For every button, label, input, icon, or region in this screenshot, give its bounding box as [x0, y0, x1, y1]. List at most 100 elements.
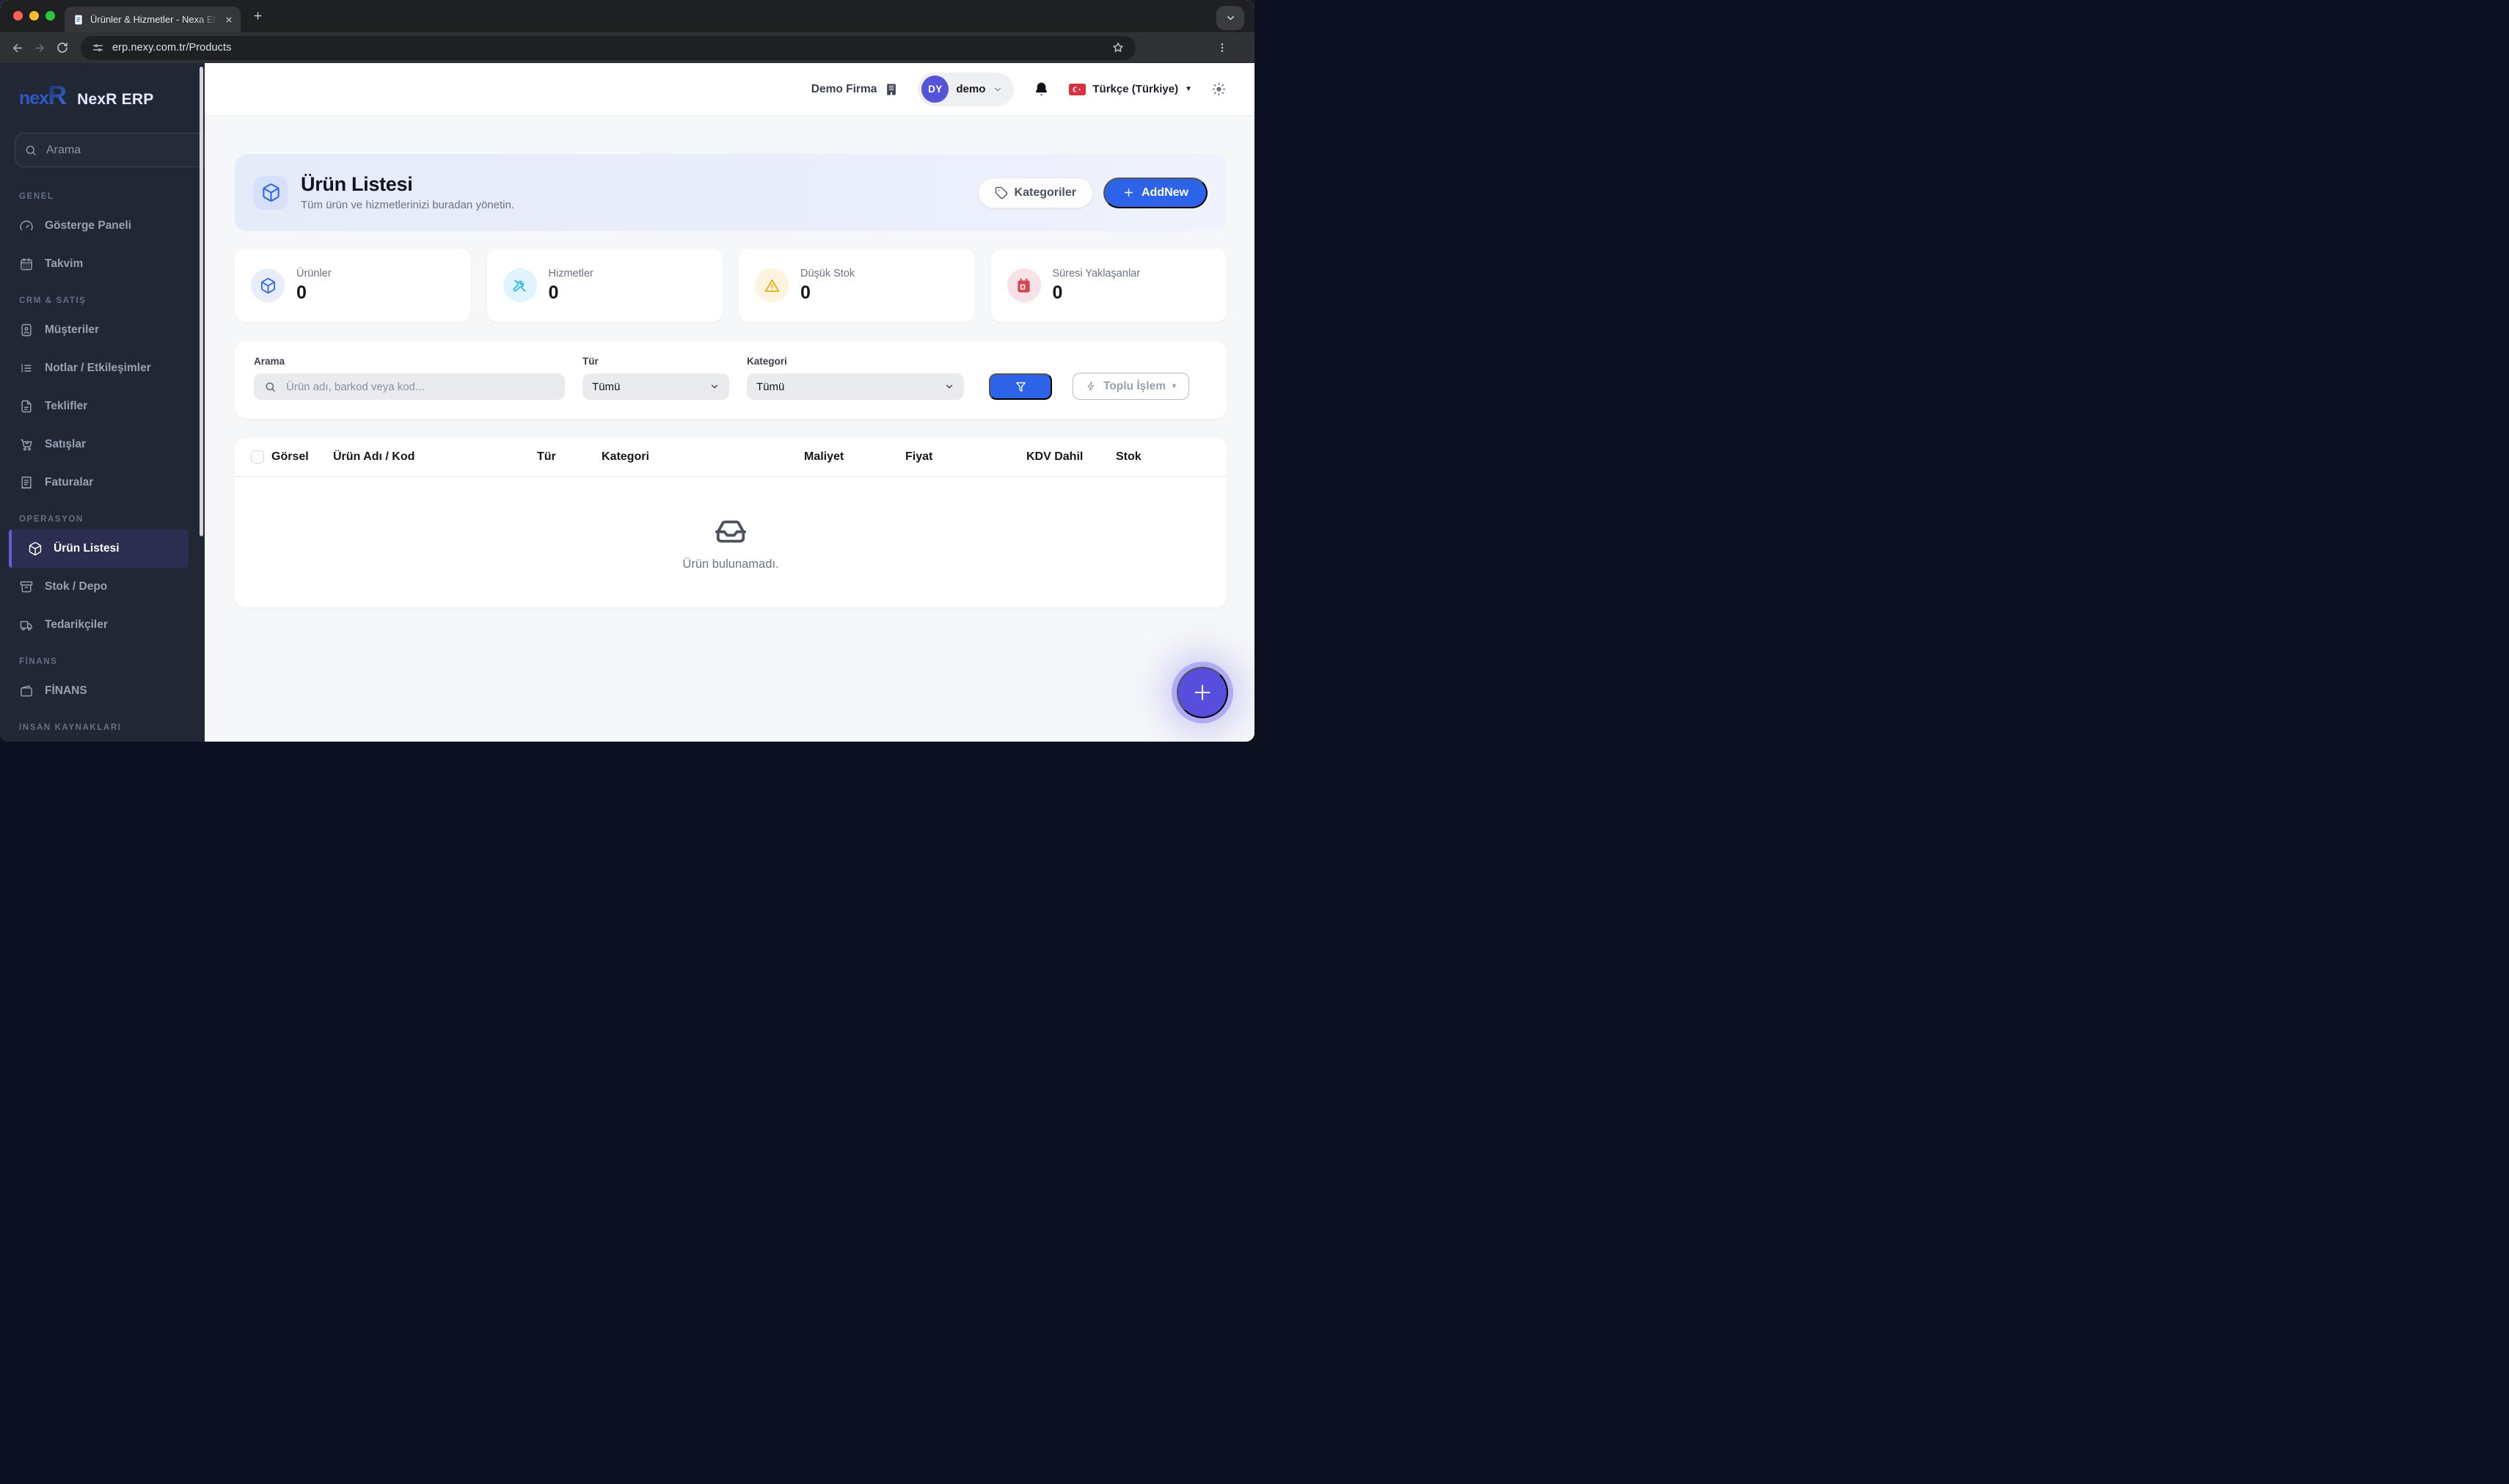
company-switcher[interactable]: Demo Firma	[811, 82, 899, 97]
language-caret-icon: ▼	[1185, 85, 1192, 93]
categories-button[interactable]: Kategoriler	[977, 177, 1093, 208]
browser-menu-icon[interactable]	[1216, 42, 1228, 54]
package-icon	[254, 175, 288, 210]
search-filter-group: Arama	[254, 356, 565, 400]
col-kdv-dahil: KDV Dahil	[1026, 450, 1084, 463]
sidebar-item-label: Notlar / Etkileşimler	[45, 362, 151, 374]
stat-label: Düşük Stok	[800, 267, 855, 279]
close-window-button[interactable]	[13, 11, 23, 21]
bulk-action-label: Toplu İşlem	[1103, 379, 1166, 392]
add-new-button[interactable]: AddNew	[1103, 177, 1208, 208]
bulk-caret-icon: ▾	[1172, 382, 1177, 390]
file-icon	[19, 399, 34, 414]
empty-state-message: Ürün bulunamadı.	[682, 557, 779, 571]
category-filter-label: Kategori	[747, 356, 787, 367]
forward-icon[interactable]	[33, 41, 47, 55]
filter-bar: Arama Tür Tümü	[235, 341, 1227, 419]
sidebar-item-satislar[interactable]: Satışlar	[0, 425, 205, 464]
fab-add-button[interactable]	[1177, 667, 1228, 718]
wallet-icon	[19, 684, 34, 698]
apply-filter-button[interactable]	[989, 373, 1052, 400]
col-maliyet: Maliyet	[804, 450, 844, 463]
calendar-icon	[19, 257, 34, 271]
sidebar-section-finans: FİNANS	[19, 657, 58, 666]
theme-toggle-sun-icon[interactable]	[1211, 81, 1227, 97]
url-bar[interactable]: erp.nexy.com.tr/Products	[81, 35, 1136, 60]
sidebar-item-musteriler[interactable]: Müşteriler	[0, 311, 205, 349]
browser-tab[interactable]: Ürünler & Hizmetler - Nexa El	[65, 7, 241, 32]
sidebar-nav: GENEL Gösterge Paneli Takvim CRM & SATIŞ…	[0, 179, 205, 742]
sidebar-section-operasyon: OPERASYON	[19, 515, 84, 524]
user-menu[interactable]: DY demo	[918, 72, 1015, 106]
table-header-row: Görsel Ürün Adı / Kod Tür Kategori Maliy…	[235, 438, 1227, 477]
category-filter-group: Kategori Tümü	[747, 356, 964, 400]
back-icon[interactable]	[10, 41, 24, 55]
stat-texts: Hizmetler 0	[549, 268, 594, 304]
sidebar: nexR NexR ERP ⌘K GEN	[0, 63, 205, 742]
type-select[interactable]: Tümü	[582, 373, 729, 400]
sidebar-item-label: Satışlar	[45, 438, 87, 450]
logo[interactable]: nex R NexR ERP	[0, 63, 205, 114]
sidebar-item-label: Tedarikçiler	[45, 618, 108, 631]
sidebar-section-crm-satis: CRM & SATIŞ	[19, 296, 87, 305]
site-settings-icon[interactable]	[92, 42, 104, 54]
sidebar-search-box[interactable]: ⌘K	[15, 133, 205, 167]
sidebar-item-gosterge-paneli[interactable]: Gösterge Paneli	[0, 207, 205, 245]
sidebar-item-teklifler[interactable]: Teklifler	[0, 387, 205, 425]
chevron-down-icon	[709, 381, 720, 392]
stat-value: 0	[1052, 282, 1063, 303]
sidebar-item-urun-listesi[interactable]: Ürün Listesi	[9, 530, 189, 568]
gauge-icon	[19, 219, 34, 233]
url-text[interactable]: erp.nexy.com.tr/Products	[112, 42, 1103, 54]
stat-cards: Ürünler 0 Hizmetler 0 Düşük Stok 0 Süres…	[235, 249, 1227, 322]
page-title: Ürün Listesi	[301, 172, 413, 195]
add-new-button-label: AddNew	[1142, 186, 1188, 199]
username: demo	[956, 83, 986, 95]
zoom-window-button[interactable]	[45, 11, 55, 21]
browser-window: Ürünler & Hizmetler - Nexa El erp.nexy.c…	[0, 0, 1254, 742]
type-filter-group: Tür Tümü	[582, 356, 729, 400]
sidebar-item-tedarikciler[interactable]: Tedarikçiler	[0, 606, 205, 644]
bookmark-star-icon[interactable]	[1111, 41, 1125, 54]
search-icon	[264, 381, 277, 393]
avatar: DY	[921, 76, 949, 103]
sidebar-item-label: Ürün Listesi	[54, 542, 120, 555]
product-search-input[interactable]	[285, 379, 555, 394]
sidebar-section-genel: GENEL	[19, 192, 54, 201]
language-selector[interactable]: Türkçe (Türkiye) ▼	[1069, 83, 1192, 95]
hero-actions: Kategoriler AddNew	[977, 177, 1208, 208]
sidebar-item-finans[interactable]: FİNANS	[0, 672, 205, 710]
new-tab-button[interactable]	[252, 10, 263, 21]
funnel-icon	[1015, 381, 1027, 393]
sidebar-item-takvim[interactable]: Takvim	[0, 245, 205, 283]
archive-icon	[19, 580, 34, 594]
stat-texts: Düşük Stok 0	[800, 268, 855, 304]
search-icon	[24, 144, 37, 157]
browser-toolbar: erp.nexy.com.tr/Products	[0, 32, 1254, 63]
select-all-checkbox[interactable]	[244, 450, 270, 464]
category-select[interactable]: Tümü	[747, 373, 964, 400]
inbox-icon	[714, 513, 748, 547]
minimize-window-button[interactable]	[29, 11, 39, 21]
sidebar-item-notlar-etkilesimler[interactable]: Notlar / Etkileşimler	[0, 349, 205, 387]
stat-card-hizmetler: Hizmetler 0	[486, 249, 723, 322]
product-search-box[interactable]	[254, 373, 565, 400]
sidebar-search-input[interactable]	[45, 142, 200, 158]
tab-search-button[interactable]	[1216, 6, 1244, 30]
sidebar-item-label: Gösterge Paneli	[45, 219, 132, 232]
app-header: Demo Firma DY demo Türkçe (Türkiye) ▼	[205, 63, 1254, 116]
reload-icon[interactable]	[56, 41, 69, 54]
sidebar-item-stok-depo[interactable]: Stok / Depo	[0, 568, 205, 606]
tab-close-icon[interactable]	[224, 15, 233, 24]
sidebar-scrollbar[interactable]	[200, 67, 203, 536]
stat-label: Hizmetler	[548, 267, 594, 279]
col-gorsel: Görsel	[271, 450, 309, 463]
bulk-action-button[interactable]: Toplu İşlem ▾	[1073, 373, 1190, 400]
type-filter-label: Tür	[582, 356, 599, 367]
hero-text: Ürün Listesi Tüm ürün ve hizmetlerinizi …	[301, 172, 514, 212]
stat-card-urunler: Ürünler 0	[235, 249, 471, 322]
sidebar-item-faturalar[interactable]: Faturalar	[0, 464, 205, 502]
empty-state: Ürün bulunamadı.	[235, 477, 1227, 607]
notifications-bell-icon[interactable]	[1033, 81, 1050, 98]
page-subtitle: Tüm ürün ve hizmetlerinizi buradan yönet…	[301, 199, 514, 212]
